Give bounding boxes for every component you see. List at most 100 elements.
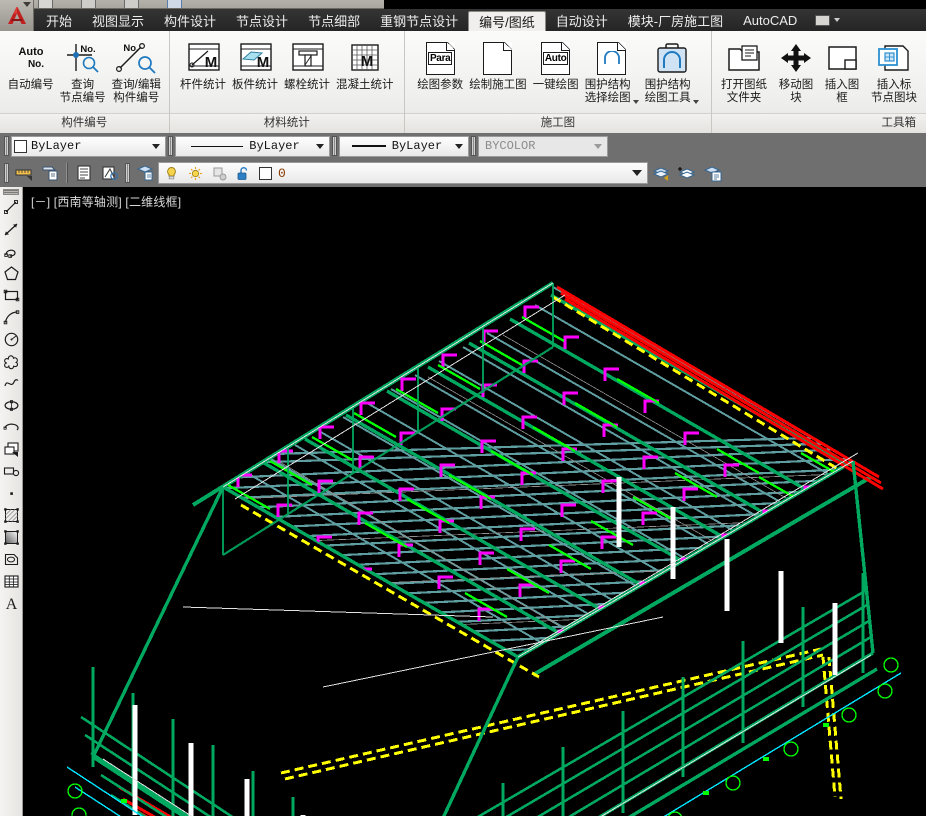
tab-node-detail[interactable]: 节点细部 [298,9,370,31]
line-icon[interactable] [1,197,22,218]
layer-properties-icon[interactable] [72,162,96,185]
application-menu-button[interactable] [0,0,34,31]
tab-module-plant-construction-drawing[interactable]: 模块-厂房施工图 [618,9,733,31]
toolbar-grip[interactable] [4,136,9,156]
layer-control-combo[interactable]: 0 [158,162,648,184]
chevron-down-icon[interactable] [452,137,466,156]
query-edit-member-number-button[interactable]: No. 查询/编辑 构件编号 [109,35,164,104]
sun-icon[interactable] [186,164,205,183]
envelope-structure-draw-tools-button[interactable]: 围护结构 绘图工具 [642,35,702,104]
button-label: 查询/编辑 构件编号 [112,79,161,104]
tab-label: 节点设计 [236,11,288,30]
ribbon: Auto No. 自动编号 No. [0,31,926,134]
bolt-statistics-button[interactable]: 螺栓统计 [281,35,333,92]
unlock-icon[interactable] [234,164,253,183]
chevron-down-icon[interactable] [633,100,639,104]
draw-construction-drawing-button[interactable]: 绘制施工图 [466,35,530,92]
ribbon-display-icon [815,15,830,26]
object-linetype-combo[interactable]: ByLayer [175,136,330,157]
tab-label: 模块-厂房施工图 [628,11,723,30]
toolbar-grip[interactable] [125,163,130,183]
chevron-down-icon[interactable] [149,137,163,156]
svg-text:No.: No. [28,59,44,70]
circle-icon[interactable] [1,329,22,350]
hatch-icon[interactable] [1,505,22,526]
layer-new-icon[interactable] [675,162,699,185]
revision-cloud-icon[interactable] [1,351,22,372]
freeze-viewport-icon[interactable] [210,164,229,183]
ellipse-icon[interactable] [1,395,22,416]
layer-previous-icon[interactable] [649,162,673,185]
tab-member-design[interactable]: 构件设计 [154,9,226,31]
toolbar-grip[interactable] [471,136,476,156]
draw-parameters-button[interactable]: Para 绘图参数 [414,35,466,92]
layer-match-icon[interactable] [38,162,62,185]
minimize-ribbon-button[interactable] [807,9,848,31]
ribbon-panel-material-statistics: M 杆件统计 M 板件统计 [170,31,405,133]
ribbon-panel-member-numbering: Auto No. 自动编号 No. [0,31,170,133]
table-icon[interactable] [1,571,22,592]
auto-number-button[interactable]: Auto No. 自动编号 [5,35,57,92]
button-label: 打开图纸 文件夹 [721,79,767,104]
polygon-icon[interactable] [1,263,22,284]
open-icon[interactable] [81,0,96,8]
measure-icon[interactable] [12,162,36,185]
toolbar-grip[interactable] [4,163,9,183]
insert-standard-node-block-button[interactable]: 插入标׸ 节点图块 [865,35,923,104]
toolbar-grip[interactable] [332,136,337,156]
drawing-canvas[interactable]: [－] [西南等轴测] [二维线框] [23,187,926,816]
tab-autocad[interactable]: AutoCAD [733,9,807,31]
tab-numbering-drawings[interactable]: 编号/图纸 [468,11,546,31]
query-node-number-button[interactable]: No. 查询 节点编号 [57,35,109,104]
open-drawing-folder-button[interactable]: 打开图纸 文件夹 [715,35,773,104]
properties-toolbar: ByLayer ByLayer ByLayer BYCOLOR [0,133,926,159]
new-icon[interactable] [38,0,53,8]
construction-line-icon[interactable] [1,219,22,240]
chevron-down-icon[interactable] [313,137,327,156]
layer-manager-icon[interactable] [701,162,725,185]
button-label: 板件统计 [232,79,278,92]
concrete-statistics-button[interactable]: M 混凝土统计 [333,35,397,92]
tab-view-display[interactable]: 视图显示 [82,9,154,31]
svg-text:M: M [205,54,218,71]
move-block-button[interactable]: 移动图块 [773,35,819,104]
chevron-down-icon[interactable] [834,18,840,22]
save-icon[interactable] [124,0,139,8]
plate-statistics-button[interactable]: M 板件统计 [229,35,281,92]
plot-icon[interactable] [167,0,182,8]
tab-start[interactable]: 开始 [36,9,82,31]
arc-icon[interactable] [1,307,22,328]
object-lineweight-combo[interactable]: ByLayer [339,136,469,157]
object-plotstyle-combo[interactable]: BYCOLOR [478,136,608,157]
layer-walk-icon[interactable] [98,162,122,185]
object-color-combo[interactable]: ByLayer [11,136,166,157]
chevron-down-icon[interactable] [693,100,699,104]
polyline-icon[interactable] [1,241,22,262]
panel-title: 施工图 [405,113,711,133]
insert-title-block-button[interactable]: 插入图框 [819,35,865,104]
toolbar-grip[interactable] [3,189,19,195]
steel-structure-3d-model [23,187,926,816]
rectangle-icon[interactable] [1,285,22,306]
bar-statistics-button[interactable]: M 杆件统计 [177,35,229,92]
chevron-down-icon[interactable] [629,170,645,176]
envelope-structure-select-draw-button[interactable]: 围护结构 选择绘图 [582,35,642,104]
tab-auto-design[interactable]: 自动设计 [546,9,618,31]
lightbulb-on-icon[interactable] [162,164,181,183]
chevron-down-icon[interactable] [23,2,31,7]
layer-state-icon[interactable] [133,162,157,185]
tab-heavy-steel-node-design[interactable]: 重钢节点设计 [370,9,468,31]
gradient-icon[interactable] [1,527,22,548]
multiline-text-icon[interactable]: A [1,593,22,614]
region-icon[interactable] [1,549,22,570]
ellipse-arc-icon[interactable] [1,417,22,438]
spline-icon[interactable] [1,373,22,394]
toolbar-grip[interactable] [168,136,173,156]
one-click-draw-button[interactable]: Auto 一键绘图 [530,35,582,92]
one-click-draw-icon: Auto [541,37,570,79]
make-block-icon[interactable] [1,461,22,482]
insert-block-icon[interactable] [1,439,22,460]
button-label: 绘图参数 [417,79,463,92]
point-icon[interactable] [1,483,22,504]
tab-node-design[interactable]: 节点设计 [226,9,298,31]
